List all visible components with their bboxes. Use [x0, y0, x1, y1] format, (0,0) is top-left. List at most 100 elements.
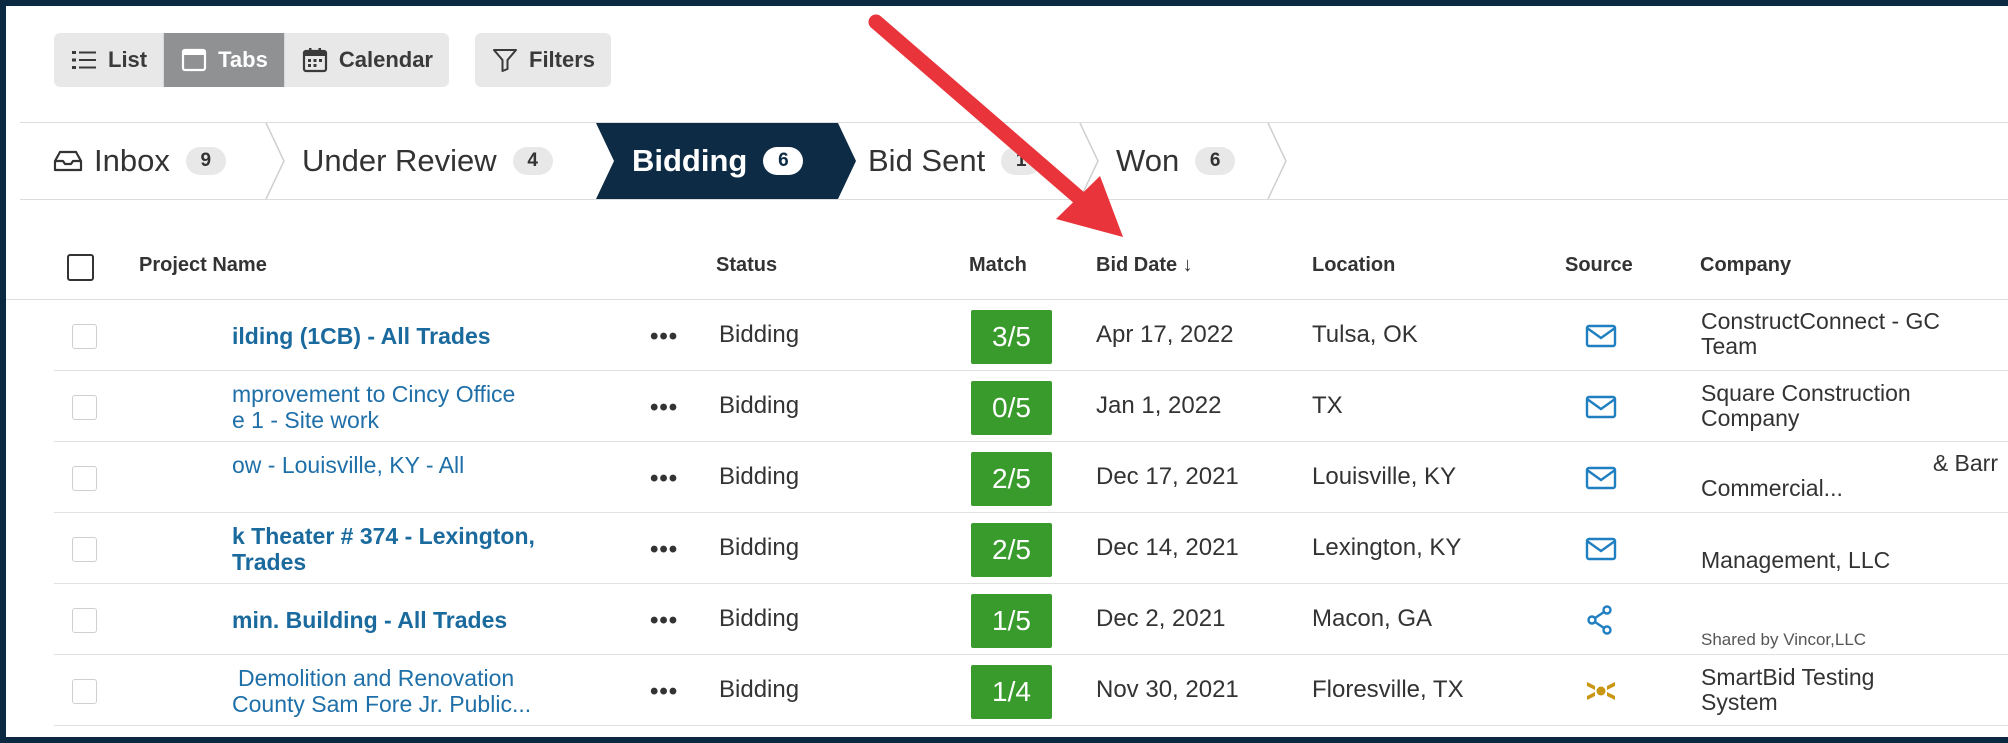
tab-won-count: 6 — [1195, 147, 1236, 175]
company-line2: Company — [1701, 405, 1800, 431]
match-badge: 2/5 — [971, 523, 1052, 577]
tab-under-review-label: Under Review — [302, 143, 497, 178]
calendar-icon — [301, 46, 329, 74]
more-options-icon[interactable]: ••• — [650, 607, 678, 635]
column-status[interactable]: Status — [716, 254, 777, 277]
tab-under-review-count: 4 — [512, 147, 553, 175]
status-cell: Bidding — [719, 463, 800, 490]
company-cell: Management, LLC — [1701, 523, 2008, 573]
company-line2: Management, LLC — [1701, 547, 1891, 573]
company-cell: SmartBid Testing System — [1701, 665, 2008, 715]
location-cell: Tulsa, OK — [1312, 321, 1418, 348]
column-bid-date[interactable]: Bid Date ↓ — [1096, 254, 1193, 277]
view-toolbar: List Tabs Calendar Filters — [54, 33, 637, 93]
project-name-line2: e 1 - Site work — [232, 407, 379, 433]
column-source[interactable]: Source — [1565, 254, 1633, 277]
table-row[interactable]: Demolition and Renovation County Sam For… — [54, 656, 2008, 726]
project-name-link[interactable]: mprovement to Cincy Office e 1 - Site wo… — [232, 381, 652, 433]
more-options-icon[interactable]: ••• — [650, 536, 678, 564]
tab-bid-sent-label: Bid Sent — [868, 143, 986, 178]
table-row[interactable]: min. Building - All Trades ••• Bidding 1… — [54, 585, 2008, 655]
project-name-link[interactable]: Demolition and Renovation County Sam For… — [232, 665, 652, 717]
project-name-line1: Demolition and Renovation — [238, 665, 515, 691]
match-badge: 2/5 — [971, 452, 1052, 506]
tab-bid-sent[interactable]: Bid Sent 1 — [868, 123, 1042, 199]
match-badge: 3/5 — [971, 310, 1052, 364]
location-cell: Lexington, KY — [1312, 534, 1462, 561]
company-line1: ConstructConnect - GC — [1701, 308, 1941, 334]
tab-won[interactable]: Won 6 — [1116, 123, 1236, 199]
row-checkbox[interactable] — [72, 608, 97, 633]
tab-inbox-label: Inbox — [94, 143, 170, 178]
pipeline-tabs: Inbox 9 Under Review 4 Bidding 6 Bid Sen… — [20, 122, 2008, 200]
status-cell: Bidding — [719, 676, 800, 703]
company-line1: SmartBid Testing — [1701, 664, 1875, 690]
status-cell: Bidding — [719, 392, 800, 419]
envelope-icon[interactable] — [1584, 392, 1618, 422]
column-location[interactable]: Location — [1312, 254, 1395, 277]
envelope-icon[interactable] — [1584, 534, 1618, 564]
project-name-link[interactable]: ilding (1CB) - All Trades — [232, 323, 652, 349]
more-options-icon[interactable]: ••• — [650, 465, 678, 493]
tabs-view-label: Tabs — [218, 47, 268, 72]
column-match[interactable]: Match — [969, 254, 1027, 277]
bid-date-cell: Nov 30, 2021 — [1096, 676, 1239, 703]
tab-bid-sent-count: 1 — [1001, 147, 1042, 175]
company-cell: ConstructConnect - GC Team — [1701, 309, 2008, 359]
row-checkbox[interactable] — [72, 395, 97, 420]
company-line2: Team — [1701, 333, 1758, 359]
project-name-line1: ow - Louisville, KY - All — [232, 452, 465, 478]
table-row[interactable]: ow - Louisville, KY - All ••• Bidding 2/… — [54, 443, 2008, 513]
table-row[interactable]: k Theater # 374 - Lexington, Trades ••• … — [54, 514, 2008, 584]
location-cell: Louisville, KY — [1312, 463, 1457, 490]
row-checkbox[interactable] — [72, 324, 97, 349]
more-options-icon[interactable]: ••• — [650, 323, 678, 351]
match-badge: 1/5 — [971, 594, 1052, 648]
column-company[interactable]: Company — [1700, 254, 1791, 277]
company-cell: Square Construction Company — [1701, 381, 2008, 431]
app-window: List Tabs Calendar Filters Inbox 9 Under… — [6, 6, 2008, 737]
calendar-view-button[interactable]: Calendar — [284, 33, 449, 87]
envelope-icon[interactable] — [1584, 463, 1618, 493]
list-view-button[interactable]: List — [54, 33, 165, 87]
company-line2: Commercial... — [1701, 475, 1843, 501]
tabs-view-button[interactable]: Tabs — [164, 33, 285, 87]
share-icon[interactable] — [1584, 605, 1618, 635]
project-name-link[interactable]: k Theater # 374 - Lexington, Trades — [232, 523, 652, 575]
project-name-link[interactable]: min. Building - All Trades — [232, 607, 652, 633]
project-name-line1: ilding (1CB) - All Trades — [232, 323, 491, 349]
table-row[interactable]: mprovement to Cincy Office e 1 - Site wo… — [54, 372, 2008, 442]
list-view-label: List — [108, 47, 148, 72]
row-checkbox[interactable] — [72, 679, 97, 704]
table-header: Project Name Status Match Bid Date ↓ Loc… — [6, 242, 2008, 300]
company-line2: System — [1701, 689, 1778, 715]
project-name-line1: min. Building - All Trades — [232, 607, 508, 633]
more-options-icon[interactable]: ••• — [650, 394, 678, 422]
smartbid-icon[interactable] — [1584, 676, 1618, 706]
location-cell: Macon, GA — [1312, 605, 1433, 632]
project-name-line1: k Theater # 374 - Lexington, — [232, 523, 535, 549]
tab-bidding[interactable]: Bidding 6 — [632, 123, 804, 199]
column-project-name[interactable]: Project Name — [139, 254, 267, 277]
row-checkbox[interactable] — [72, 537, 97, 562]
list-icon — [70, 46, 98, 74]
filters-label: Filters — [529, 47, 596, 72]
funnel-icon — [491, 46, 519, 74]
tabs-icon — [180, 46, 208, 74]
row-checkbox[interactable] — [72, 466, 97, 491]
project-name-link[interactable]: ow - Louisville, KY - All — [232, 452, 652, 478]
tab-under-review[interactable]: Under Review 4 — [302, 123, 553, 199]
tab-inbox[interactable]: Inbox 9 — [52, 123, 226, 199]
table-row[interactable]: ilding (1CB) - All Trades ••• Bidding 3/… — [54, 301, 2008, 371]
location-cell: Floresville, TX — [1312, 676, 1464, 703]
envelope-icon[interactable] — [1584, 321, 1618, 351]
status-cell: Bidding — [719, 321, 800, 348]
company-cell: & Barr Commercial... — [1701, 451, 2008, 501]
company-line1: Square Construction — [1701, 380, 1911, 406]
match-badge: 1/4 — [971, 665, 1052, 719]
filters-group: Filters — [475, 33, 612, 87]
tab-bidding-count: 6 — [763, 147, 804, 175]
more-options-icon[interactable]: ••• — [650, 678, 678, 706]
bid-date-cell: Dec 14, 2021 — [1096, 534, 1239, 561]
filters-button[interactable]: Filters — [475, 33, 612, 87]
